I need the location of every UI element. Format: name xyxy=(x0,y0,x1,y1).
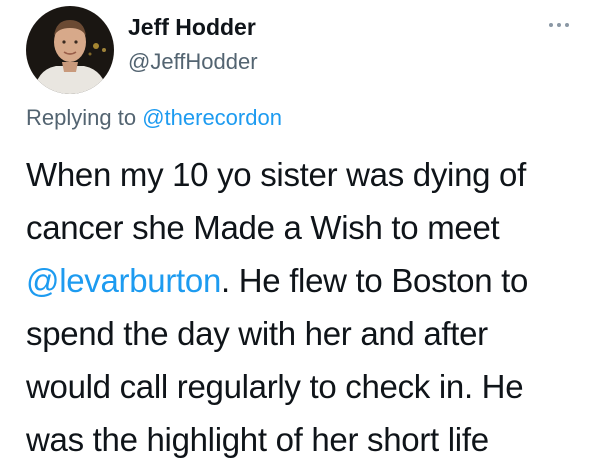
author-handle[interactable]: @JeffHodder xyxy=(128,48,258,76)
tweet-text-line: spend the day with her and after xyxy=(26,315,488,352)
tweet-text-line: When my 10 yo sister was dying of xyxy=(26,156,526,193)
mention-link[interactable]: @levarburton xyxy=(26,262,221,299)
tweet-text-line: was the highlight of her short life xyxy=(26,421,489,458)
replying-to-label: Replying to xyxy=(26,105,137,130)
tweet-card: Jeff Hodder @JeffHodder Replying to @the… xyxy=(0,0,599,470)
more-horizontal-icon[interactable] xyxy=(546,18,572,32)
avatar[interactable] xyxy=(26,6,114,94)
tweet-text-line: @levarburton. He flew to Boston to xyxy=(26,254,591,307)
replying-to-mention[interactable]: @therecordon xyxy=(142,105,282,130)
tweet-text: When my 10 yo sister was dying of cancer… xyxy=(26,148,591,466)
tweet-text-line: would call regularly to check in. He xyxy=(26,368,524,405)
tweet-text-line: cancer she Made a Wish to meet xyxy=(26,209,500,246)
author-display-name[interactable]: Jeff Hodder xyxy=(128,12,256,42)
profile-photo-icon xyxy=(26,6,114,94)
tweet-text-segment: . He flew to Boston to xyxy=(221,262,529,299)
replying-to: Replying to @therecordon xyxy=(26,103,282,133)
